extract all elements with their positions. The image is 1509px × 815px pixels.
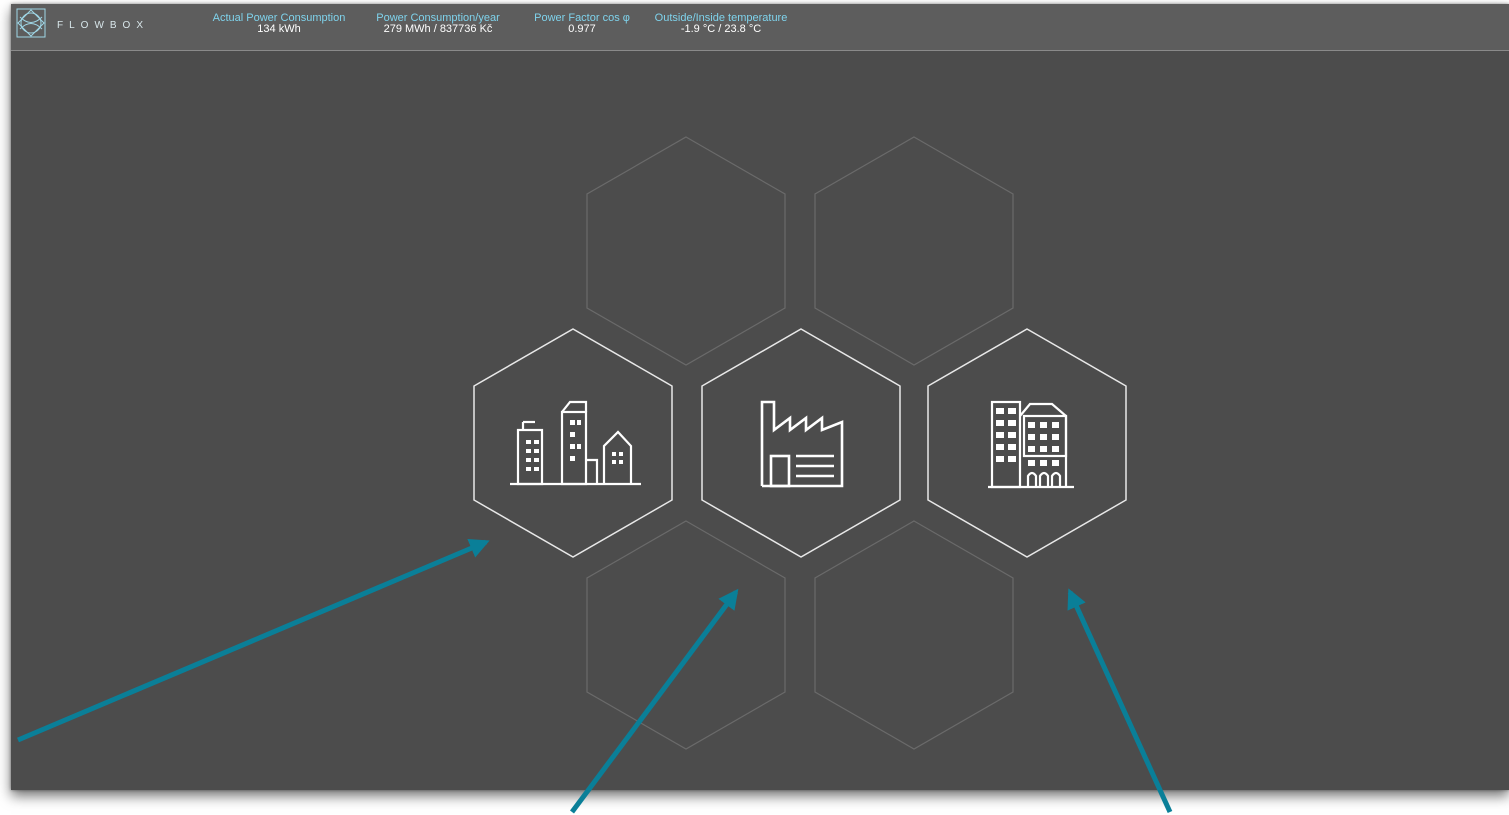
- empty-hex-tile: [814, 520, 1014, 750]
- empty-hex-tile: [586, 520, 786, 750]
- empty-hex-tile: [814, 136, 1014, 366]
- hex-tile-city[interactable]: [473, 328, 673, 558]
- hex-tile-factory[interactable]: [701, 328, 901, 558]
- presentation-slide: FLOWBOX Actual Power Consumption 134 kWh…: [0, 0, 1509, 815]
- hexagon-menu: [473, 136, 1127, 750]
- hex-tile-office[interactable]: [927, 328, 1127, 558]
- empty-hex-tile: [586, 136, 786, 366]
